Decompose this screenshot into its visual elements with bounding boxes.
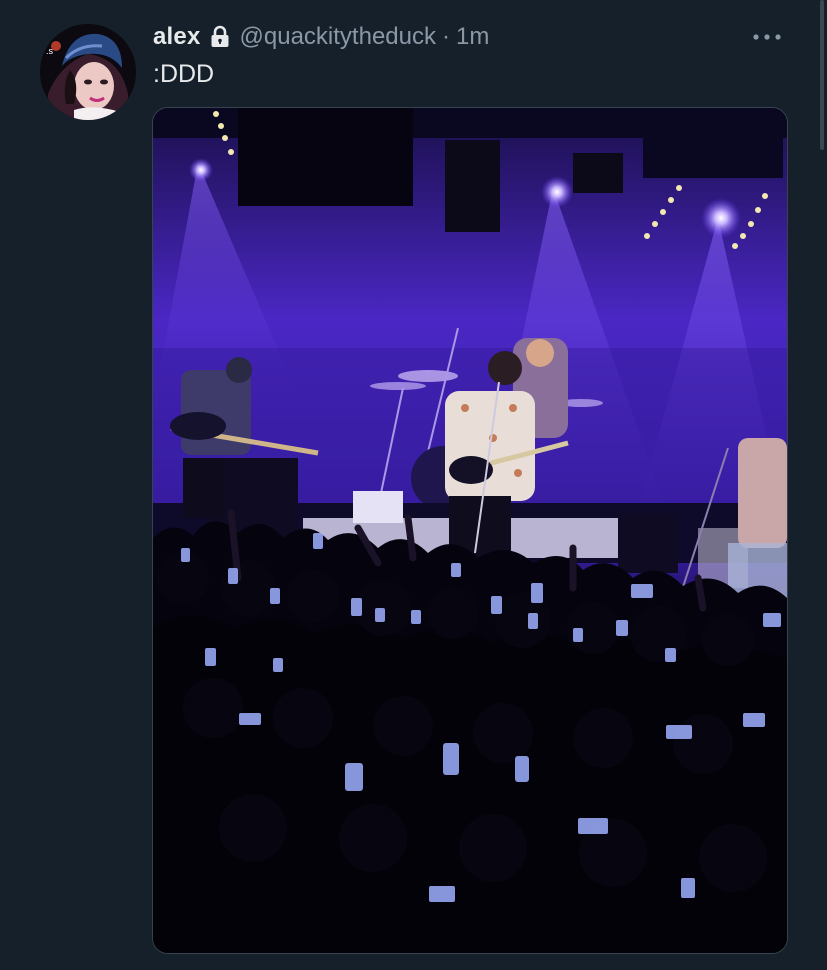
tweet-text: :DDD [153,60,215,88]
author-handle[interactable]: @quackitytheduck [240,23,436,51]
tweet-header: alex @quackitytheduck · 1m [153,22,489,52]
avatar-image: .s [40,24,136,120]
concert-photo [153,108,787,953]
scrollbar[interactable] [817,0,827,970]
lock-icon [210,25,230,49]
more-options-button[interactable] [749,22,785,52]
tweet-photo[interactable] [152,107,788,954]
svg-text:.s: .s [46,46,54,56]
separator-dot: · [441,23,450,50]
more-horizontal-icon [753,34,781,40]
avatar[interactable]: .s [40,24,136,120]
tweet-timestamp[interactable]: 1m [456,23,489,51]
scroll-thumb[interactable] [820,0,824,150]
tweet-article[interactable]: .s alex @quackitytheduck · 1m :DDD [0,0,827,970]
author-name[interactable]: alex [153,23,201,51]
